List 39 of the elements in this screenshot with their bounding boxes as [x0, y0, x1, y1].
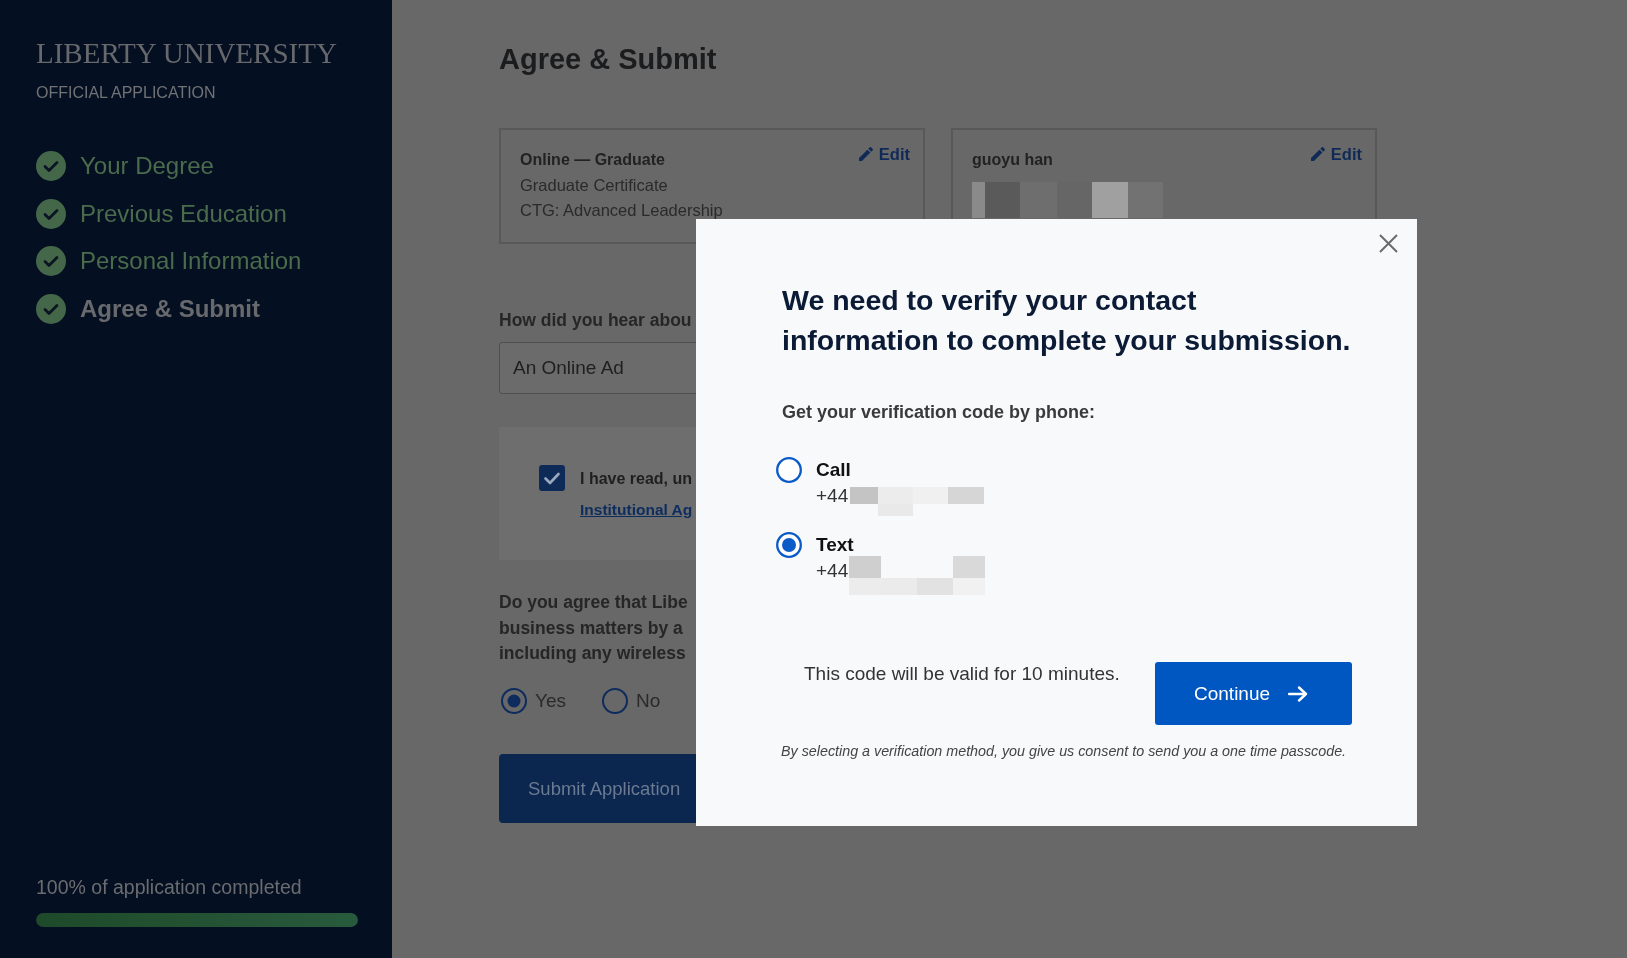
radio-button[interactable] — [501, 688, 527, 714]
dialog-prompt: Get your verification code by phone: — [782, 401, 1096, 424]
step-link[interactable]: Previous Education — [80, 198, 287, 229]
step-link[interactable]: Personal Information — [80, 246, 302, 277]
pencil-icon — [858, 147, 873, 161]
radio-label[interactable]: Yes — [535, 688, 566, 714]
agreement-link[interactable]: Institutional Ag — [580, 501, 693, 518]
validity-note: This code will be valid for 10 minutes. — [804, 663, 1120, 684]
close-button[interactable] — [1379, 234, 1398, 253]
consent-question: Do you agree that Libe business matters by a including any wireless — [499, 591, 688, 665]
card-text: CTG: Advanced Leadership — [520, 200, 723, 221]
card-text: Graduate Certificate — [520, 174, 668, 196]
radio-button[interactable] — [776, 532, 802, 558]
university-wordmark: LIBERTY UNIVERSITY — [36, 36, 337, 70]
continue-button[interactable]: Continue — [1155, 662, 1352, 725]
sidebar-subtitle: OFFICIAL APPLICATION — [36, 82, 216, 103]
checkbox[interactable] — [539, 465, 565, 491]
radio-label[interactable]: Call — [816, 457, 851, 483]
phone-number: +44 — [816, 559, 849, 583]
card-title: Online — Graduate — [520, 150, 665, 170]
dialog-title: We need to verify your contact information to complete your submission. — [782, 283, 1352, 358]
radio-label[interactable]: No — [636, 688, 661, 714]
edit-link[interactable]: Edit — [1310, 144, 1362, 164]
progress-text: 100% of application completed — [36, 874, 302, 899]
field-label: How did you hear abou — [499, 309, 692, 332]
page-title: Agree & Submit — [499, 42, 717, 77]
radio-label[interactable]: Text — [816, 532, 854, 558]
close-icon — [1379, 234, 1398, 253]
radio-button[interactable] — [776, 457, 802, 483]
radio-button[interactable] — [602, 688, 628, 714]
step-link[interactable]: Agree & Submit — [80, 293, 261, 324]
pencil-icon — [1310, 147, 1325, 161]
phone-number: +44 — [816, 484, 849, 508]
card-title: guoyu han — [972, 150, 1053, 170]
edit-link[interactable]: Edit — [858, 144, 910, 164]
arrow-right-icon — [1288, 685, 1309, 702]
step-link[interactable]: Your Degree — [80, 150, 214, 181]
agreement-text: I have read, un Institutional Ag — [580, 469, 693, 520]
consent-note: By selecting a verification method, you give us consent to send you a one time passcode. — [781, 742, 1347, 760]
